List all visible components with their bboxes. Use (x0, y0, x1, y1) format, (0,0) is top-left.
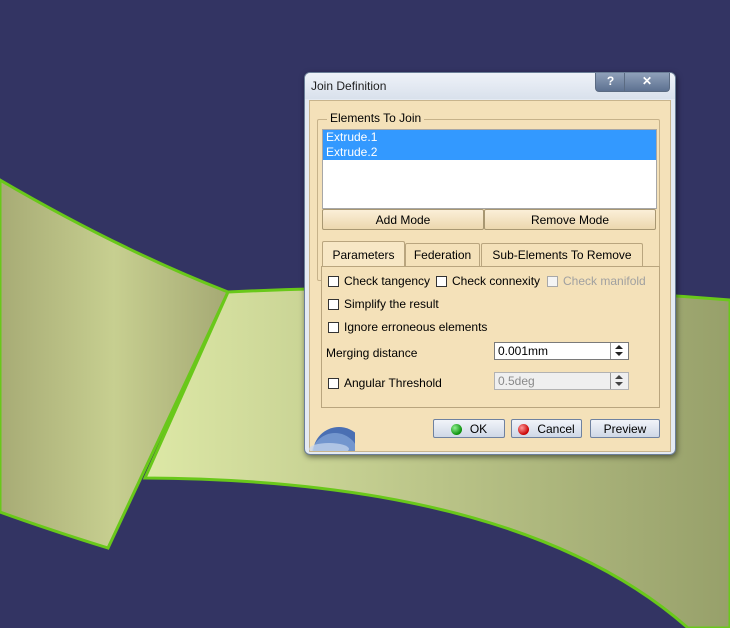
check-connexity-row[interactable]: Check connexity (436, 273, 540, 289)
ok-icon (450, 424, 462, 435)
angular-threshold-row[interactable]: Angular Threshold (328, 375, 442, 391)
simplify-result-row[interactable]: Simplify the result (328, 296, 439, 312)
spin-up-icon[interactable] (615, 345, 623, 349)
check-manifold-label: Check manifold (563, 274, 646, 288)
title-bar[interactable]: Join Definition ? ✕ (305, 73, 675, 99)
close-button[interactable]: ✕ (624, 73, 670, 92)
check-tangency-label: Check tangency (344, 274, 431, 288)
cancel-label: Cancel (537, 422, 575, 436)
preview-button[interactable]: Preview (590, 419, 660, 438)
tab-parameters[interactable]: Parameters (322, 241, 405, 266)
help-button[interactable]: ? (595, 73, 626, 92)
dialog-title: Join Definition (311, 79, 387, 93)
simplify-result-checkbox[interactable] (328, 298, 339, 310)
elements-list[interactable]: Extrude.1 Extrude.2 (322, 129, 657, 209)
ignore-erroneous-row[interactable]: Ignore erroneous elements (328, 319, 487, 335)
check-connexity-checkbox[interactable] (436, 275, 447, 287)
ignore-erroneous-checkbox[interactable] (328, 321, 339, 333)
tab-sub-elements-to-remove[interactable]: Sub-Elements To Remove (481, 243, 643, 266)
cancel-icon (518, 424, 530, 435)
ok-label: OK (469, 422, 488, 436)
check-tangency-checkbox[interactable] (328, 275, 339, 287)
check-manifold-row: Check manifold (547, 273, 646, 289)
spin-down-icon (615, 382, 623, 386)
join-definition-dialog: Join Definition ? ✕ Elements To Join Ext… (304, 72, 676, 455)
tab-federation[interactable]: Federation (405, 243, 480, 266)
check-manifold-checkbox (547, 275, 558, 287)
merging-distance-stepper[interactable] (610, 343, 628, 359)
list-item[interactable]: Extrude.2 (323, 145, 656, 160)
close-icon: ✕ (641, 74, 653, 88)
merging-distance-value: 0.001mm (498, 344, 549, 358)
extrude-surface-left[interactable] (0, 178, 231, 550)
angular-threshold-stepper (610, 373, 628, 389)
angular-threshold-label: Angular Threshold (344, 376, 442, 390)
check-connexity-label: Check connexity (452, 274, 541, 288)
merging-distance-label: Merging distance (326, 346, 418, 360)
angular-threshold-value: 0.5deg (498, 374, 535, 388)
angular-threshold-checkbox[interactable] (328, 377, 339, 389)
simplify-result-label: Simplify the result (344, 297, 439, 311)
spin-down-icon[interactable] (615, 352, 623, 356)
check-tangency-row[interactable]: Check tangency (328, 273, 430, 289)
catia-logo-icon (309, 427, 355, 451)
spin-up-icon (615, 375, 623, 379)
ok-button[interactable]: OK (433, 419, 505, 438)
list-item[interactable]: Extrude.1 (323, 130, 656, 145)
elements-to-join-label: Elements To Join (327, 111, 425, 125)
ignore-erroneous-label: Ignore erroneous elements (344, 320, 488, 334)
add-mode-button[interactable]: Add Mode (322, 209, 484, 230)
angular-threshold-field: 0.5deg (494, 372, 629, 390)
cancel-button[interactable]: Cancel (511, 419, 582, 438)
merging-distance-field[interactable]: 0.001mm (494, 342, 629, 360)
remove-mode-button[interactable]: Remove Mode (484, 209, 656, 230)
